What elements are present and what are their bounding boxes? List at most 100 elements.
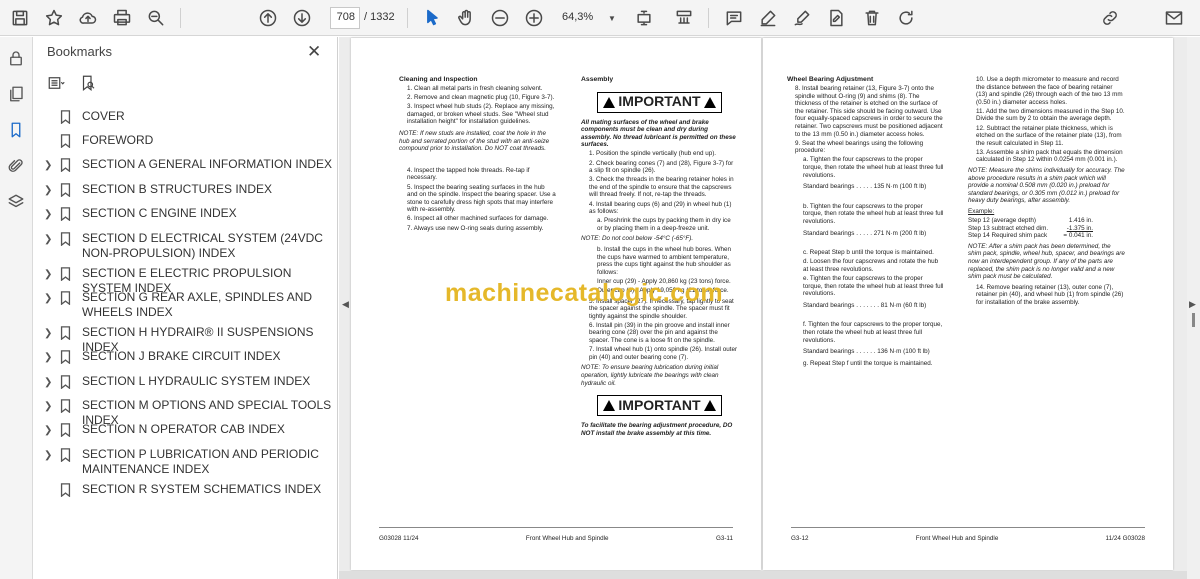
chevron-down-icon[interactable]: ▼ bbox=[600, 6, 624, 30]
expand-right-arrow[interactable]: ▶ bbox=[1189, 299, 1196, 310]
edit-icon[interactable] bbox=[824, 6, 848, 30]
warning-triangle-icon bbox=[703, 96, 716, 108]
step: 1. Position the spindle vertically (hub … bbox=[589, 150, 717, 158]
bookmark-icon bbox=[60, 375, 72, 390]
chevron-right-icon[interactable]: ❯ bbox=[44, 374, 58, 390]
footer-code: 11/24 G03028 bbox=[1105, 535, 1145, 542]
bookmark-item[interactable]: ❯ SECTION P LUBRICATION AND PERIODIC MAIN… bbox=[44, 447, 337, 477]
substep: a. Tighten the four capscrews to the pro… bbox=[803, 156, 944, 179]
chevron-right-icon[interactable]: ❯ bbox=[44, 231, 58, 247]
step: 7. Always use new O-ring seals during as… bbox=[407, 224, 544, 232]
page-number-input[interactable]: 708 bbox=[330, 7, 360, 29]
sign-icon[interactable] bbox=[790, 6, 814, 30]
collapse-left-arrow[interactable]: ◀ bbox=[342, 299, 349, 310]
chevron-right-icon[interactable]: ❯ bbox=[44, 398, 58, 414]
rotate-icon[interactable] bbox=[894, 6, 918, 30]
substep: d. Loosen the four capscrews and rotate … bbox=[803, 258, 939, 273]
step: 13. Assemble a shim pack that equals the… bbox=[976, 148, 1123, 164]
close-icon[interactable]: ✕ bbox=[307, 42, 321, 62]
bookmark-label: SECTION G REAR AXLE, SPINDLES AND WHEELS… bbox=[82, 290, 313, 319]
attachment-icon[interactable] bbox=[5, 155, 27, 177]
bookmark-item[interactable]: ❯ SECTION C ENGINE INDEX bbox=[44, 206, 337, 222]
chevron-right-icon[interactable]: ❯ bbox=[44, 290, 58, 306]
select-arrow-icon[interactable] bbox=[420, 6, 444, 30]
bookmark-item[interactable]: FOREWORD bbox=[44, 133, 337, 149]
bookmarks-icon[interactable] bbox=[5, 119, 27, 141]
horizontal-scrollbar[interactable] bbox=[339, 571, 1187, 579]
step: 3. Inspect wheel hub studs (2). Replace … bbox=[407, 103, 555, 126]
step: 8. Install bearing retainer (13, Figure … bbox=[795, 85, 943, 138]
zoom-out-icon[interactable] bbox=[488, 6, 512, 30]
bookmark-item[interactable]: ❯ SECTION B STRUCTURES INDEX bbox=[44, 182, 337, 198]
bookmark-item[interactable]: ❯ SECTION D ELECTRICAL SYSTEM (24VDC NON-… bbox=[44, 231, 337, 261]
upload-cloud-icon[interactable] bbox=[76, 6, 100, 30]
chevron-right-icon[interactable]: ❯ bbox=[44, 266, 58, 282]
substep: b. Tighten the four capscrews to the pro… bbox=[803, 202, 944, 225]
example-row: Step 13 subtract etched dim. -1.375 in. bbox=[968, 224, 1093, 232]
chevron-right-icon[interactable]: ❯ bbox=[44, 325, 58, 341]
bookmark-icon bbox=[60, 448, 72, 463]
bookmark-item[interactable]: SECTION R SYSTEM SCHEMATICS INDEX bbox=[44, 482, 337, 498]
bookmark-icon bbox=[60, 183, 72, 198]
cleaning-column: Cleaning and Inspection 1. Clean all met… bbox=[399, 76, 556, 234]
bookmark-star-icon[interactable] bbox=[42, 6, 66, 30]
step: 6. Install pin (39) in the pin groove an… bbox=[589, 321, 730, 345]
assembly-column: Assembly IMPORTANT All mating surfaces o… bbox=[581, 76, 738, 439]
section-heading: Wheel Bearing Adjustment bbox=[787, 76, 874, 83]
save-icon[interactable] bbox=[8, 6, 32, 30]
zoom-search-icon[interactable] bbox=[144, 6, 168, 30]
step: 9. Seat the wheel bearings using the fol… bbox=[795, 139, 924, 155]
bookmark-label: SECTION R SYSTEM SCHEMATICS INDEX bbox=[82, 482, 322, 496]
page-g3-12: Wheel Bearing Adjustment 8. Install bear… bbox=[763, 38, 1173, 570]
bookmark-item[interactable]: ❯ SECTION N OPERATOR CAB INDEX bbox=[44, 422, 337, 438]
substep: e. Tighten the four capscrews to the pro… bbox=[803, 274, 944, 298]
zoom-in-icon[interactable] bbox=[522, 6, 546, 30]
bookmark-item[interactable]: ❯ SECTION J BRAKE CIRCUIT INDEX bbox=[44, 349, 337, 365]
bookmark-item[interactable]: ❯ SECTION A GENERAL INFORMATION INDEX bbox=[44, 157, 337, 173]
chevron-right-icon[interactable]: ❯ bbox=[44, 349, 58, 365]
step: 3. Check the threads in the bearing reta… bbox=[589, 176, 734, 199]
scroll-thumb[interactable] bbox=[1192, 313, 1195, 327]
chevron-right-icon[interactable]: ❯ bbox=[44, 447, 58, 463]
bookmark-item[interactable]: ❯ SECTION G REAR AXLE, SPINDLES AND WHEEL… bbox=[44, 290, 337, 320]
chevron-right-icon[interactable]: ❯ bbox=[44, 422, 58, 438]
fit-page-icon[interactable] bbox=[632, 6, 656, 30]
chevron-right-icon[interactable]: ❯ bbox=[44, 157, 58, 173]
chevron-right-icon[interactable]: ❯ bbox=[44, 206, 58, 222]
substep: b. Install the cups in the wheel hub bor… bbox=[597, 246, 732, 276]
layers-icon[interactable] bbox=[5, 191, 27, 213]
step: 11. Add the two dimensions measured in t… bbox=[976, 107, 1125, 123]
email-icon[interactable] bbox=[1162, 6, 1186, 30]
document-viewer[interactable]: ◀ Cleaning and Inspection 1. Clean all m… bbox=[339, 37, 1187, 579]
bookmark-icon bbox=[60, 291, 72, 306]
pages-icon[interactable] bbox=[5, 83, 27, 105]
print-icon[interactable] bbox=[110, 6, 134, 30]
bookmarks-panel: Bookmarks ✕ COVER FOREWORD ❯ SECTION A GENE… bbox=[34, 37, 338, 579]
step: 4. Inspect the tapped hole threads. Re-t… bbox=[407, 166, 530, 182]
bookmark-item[interactable]: ❯ SECTION L HYDRAULIC SYSTEM INDEX bbox=[44, 374, 337, 390]
page-up-icon[interactable] bbox=[256, 6, 280, 30]
options-menu-icon[interactable] bbox=[47, 74, 65, 97]
bookmark-item[interactable]: COVER bbox=[44, 109, 337, 125]
comment-icon[interactable] bbox=[722, 6, 746, 30]
delete-icon[interactable] bbox=[860, 6, 884, 30]
lock-icon[interactable] bbox=[5, 47, 27, 69]
link-icon[interactable] bbox=[1098, 6, 1122, 30]
warning-triangle-icon bbox=[603, 400, 616, 412]
substep: f. Tighten the four capscrews to the pro… bbox=[803, 321, 943, 344]
find-bookmark-icon[interactable] bbox=[79, 74, 97, 97]
bookmark-label: SECTION A GENERAL INFORMATION INDEX bbox=[82, 157, 333, 171]
torque-spec: Standard bearings . . . . . . . 81 N·m (… bbox=[803, 301, 927, 309]
section-heading: Assembly bbox=[581, 76, 614, 83]
example-row: Step 12 (average depth) 1.416 in. bbox=[968, 217, 1093, 225]
note: NOTE: If new studs are installed, coat t… bbox=[399, 130, 550, 153]
vertical-scrollbar[interactable]: ▶ bbox=[1187, 37, 1200, 579]
page-down-icon[interactable] bbox=[290, 6, 314, 30]
zoom-level-select[interactable]: 64,3% bbox=[562, 11, 593, 23]
section-heading: Cleaning and Inspection bbox=[399, 76, 478, 83]
hand-icon[interactable] bbox=[454, 6, 478, 30]
chevron-right-icon[interactable]: ❯ bbox=[44, 182, 58, 198]
footer-code: G03028 11/24 bbox=[379, 535, 419, 542]
scroll-mode-icon[interactable] bbox=[672, 6, 696, 30]
highlight-pen-icon[interactable] bbox=[756, 6, 780, 30]
